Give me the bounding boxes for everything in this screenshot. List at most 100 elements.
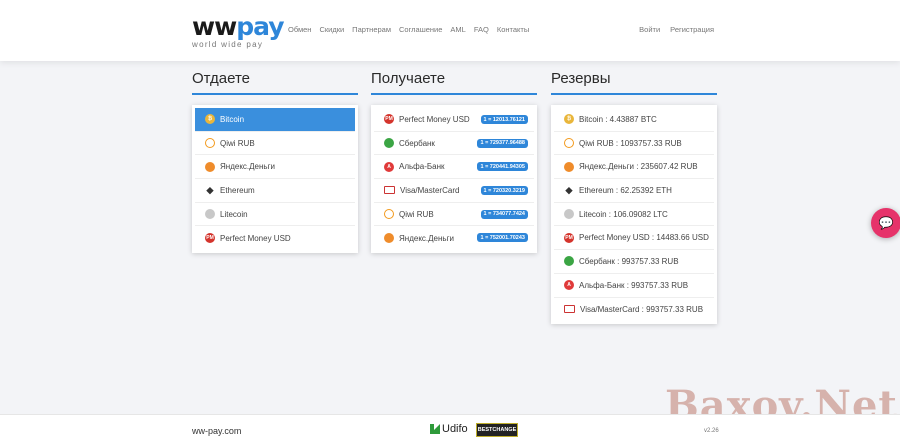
reserve-item-label: Сбербанк : 993757.33 RUB	[579, 256, 679, 266]
give-item-ethereum[interactable]: ◆ Ethereum	[195, 179, 355, 203]
reserve-item-alfa-bank: A Альфа-Банк : 993757.33 RUB	[554, 274, 714, 298]
litecoin-icon	[205, 209, 215, 220]
reserve-item-perfect-money: PM Perfect Money USD : 14483.66 USD	[554, 226, 714, 251]
ethereum-icon: ◆	[565, 184, 573, 195]
qiwi-icon	[564, 138, 574, 149]
get-title: Получаете	[371, 70, 537, 95]
rate-badge: 1 = 734077.7424	[480, 209, 528, 219]
reserve-item-litecoin: Litecoin : 106.09082 LTC	[554, 203, 714, 227]
get-list: PM Perfect Money USD 1 = 12013.76121 Сберб…	[371, 105, 537, 254]
nav-contacts[interactable]: Контакты	[497, 25, 529, 34]
chat-button[interactable]: 💬	[871, 208, 900, 238]
give-item-perfect-money[interactable]: PM Perfect Money USD	[195, 226, 355, 250]
give-item-label: Bitcoin	[220, 114, 245, 124]
auth-links: Войти Регистрация	[639, 25, 714, 34]
rate-badge: 1 = 720441.94305	[477, 162, 528, 172]
give-item-label: Яндекс.Деньги	[220, 162, 275, 172]
udifo-label: Udifo	[442, 423, 468, 435]
give-item-litecoin[interactable]: Litecoin	[195, 203, 355, 227]
reserve-item-sberbank: Сбербанк : 993757.33 RUB	[554, 250, 714, 274]
reserves-column: Резервы ₿ Bitcoin : 4.43887 BTC Qiwi RUB …	[551, 70, 717, 325]
footer-site: ww-pay.com	[192, 426, 242, 436]
footer: ww-pay.com Udifo BESTCHANGE v2.26	[0, 414, 900, 445]
get-item-label: Яндекс.Деньги	[399, 233, 454, 243]
get-item-sberbank[interactable]: Сбербанк 1 = 729377.96488	[374, 132, 534, 156]
give-column: Отдаете ₿ Bitcoin Qiwi RUB Яндекс.Деньги …	[192, 70, 358, 254]
get-item-perfect-money[interactable]: PM Perfect Money USD 1 = 12013.76121	[374, 108, 534, 132]
chat-bubble-icon: 💬	[878, 216, 894, 230]
logo-pay: pay	[236, 12, 284, 41]
visa-icon	[384, 186, 395, 195]
reserve-item-visa: Visa/MasterCard : 993757.33 RUB	[554, 298, 714, 322]
get-item-label: Qiwi RUB	[399, 209, 434, 219]
give-item-bitcoin[interactable]: ₿ Bitcoin	[195, 108, 355, 132]
nav-partners[interactable]: Партнерам	[352, 25, 391, 34]
rate-badge: 1 = 752001.70243	[477, 233, 528, 243]
udifo-badge[interactable]: Udifo	[430, 423, 468, 435]
register-link[interactable]: Регистрация	[670, 25, 714, 34]
perfect-money-icon: PM	[205, 233, 215, 244]
ethereum-icon: ◆	[206, 184, 214, 195]
perfect-money-icon: PM	[384, 114, 394, 125]
reserve-item-label: Perfect Money USD : 14483.66 USD	[579, 233, 709, 243]
get-item-label: Сбербанк	[399, 138, 435, 148]
rate-badge: 1 = 12013.76121	[480, 115, 528, 124]
perfect-money-icon: PM	[564, 232, 574, 243]
litecoin-icon	[564, 209, 574, 220]
give-item-label: Litecoin	[220, 209, 248, 219]
reserve-item-ethereum: ◆ Ethereum : 62.25392 ETH	[554, 179, 714, 203]
login-link[interactable]: Войти	[639, 25, 660, 34]
give-item-qiwi[interactable]: Qiwi RUB	[195, 132, 355, 156]
reserve-item-label: Bitcoin : 4.43887 BTC	[579, 114, 657, 124]
reserves-title: Резервы	[551, 70, 717, 95]
reserve-item-qiwi: Qiwi RUB : 1093757.33 RUB	[554, 132, 714, 156]
give-item-label: Perfect Money USD	[220, 233, 291, 243]
get-column: Получаете PM Perfect Money USD 1 = 12013.7…	[371, 70, 537, 254]
nav-faq[interactable]: FAQ	[474, 25, 489, 34]
give-item-label: Ethereum	[220, 185, 255, 195]
nav-agreement[interactable]: Соглашение	[399, 25, 442, 34]
reserve-item-label: Яндекс.Деньги : 235607.42 RUB	[579, 162, 698, 172]
rate-badge: 1 = 720320.3219	[480, 186, 528, 196]
reserve-item-label: Ethereum : 62.25392 ETH	[579, 185, 672, 195]
logo-tagline: world wide pay	[192, 40, 264, 49]
give-title: Отдаете	[192, 70, 358, 95]
reserve-item-label: Альфа-Банк : 993757.33 RUB	[579, 280, 689, 290]
give-item-label: Qiwi RUB	[220, 138, 255, 148]
nav-discounts[interactable]: Скидки	[319, 25, 344, 34]
nav-aml[interactable]: AML	[450, 25, 465, 34]
get-item-qiwi[interactable]: Qiwi RUB 1 = 734077.7424	[374, 203, 534, 227]
get-item-label: Visa/MasterCard	[400, 185, 460, 195]
give-list: ₿ Bitcoin Qiwi RUB Яндекс.Деньги ◆ Ethereu…	[192, 105, 358, 254]
logo[interactable]: wwpay world wide pay	[192, 12, 285, 50]
qiwi-icon	[384, 209, 394, 220]
version-label: v2.26	[704, 428, 719, 434]
qiwi-icon	[205, 138, 215, 149]
yandex-money-icon	[564, 161, 574, 172]
bestchange-badge[interactable]: BESTCHANGE	[476, 423, 518, 437]
reserve-item-yandex: Яндекс.Деньги : 235607.42 RUB	[554, 155, 714, 180]
reserves-list: ₿ Bitcoin : 4.43887 BTC Qiwi RUB : 109375…	[551, 105, 717, 325]
get-item-alfa-bank[interactable]: A Альфа-Банк 1 = 720441.94305	[374, 155, 534, 180]
sberbank-icon	[384, 138, 394, 149]
bitcoin-icon: ₿	[205, 114, 215, 125]
reserve-item-label: Litecoin : 106.09082 LTC	[579, 209, 668, 219]
get-item-yandex[interactable]: Яндекс.Деньги 1 = 752001.70243	[374, 226, 534, 250]
alfa-bank-icon: A	[564, 280, 574, 291]
give-item-yandex[interactable]: Яндекс.Деньги	[195, 155, 355, 180]
get-item-label: Альфа-Банк	[399, 162, 445, 172]
reserve-item-label: Qiwi RUB : 1093757.33 RUB	[579, 138, 682, 148]
nav-exchange[interactable]: Обмен	[288, 25, 311, 34]
get-item-visa[interactable]: Visa/MasterCard 1 = 720320.3219	[374, 179, 534, 203]
logo-ww: ww	[192, 12, 237, 41]
header: wwpay world wide pay Обмен Скидки Партне…	[0, 0, 900, 61]
main-nav: Обмен Скидки Партнерам Соглашение AML FA…	[288, 25, 529, 34]
alfa-bank-icon: A	[384, 161, 394, 172]
reserve-item-label: Visa/MasterCard : 993757.33 RUB	[580, 304, 704, 314]
yandex-money-icon	[205, 161, 215, 172]
yandex-money-icon	[384, 233, 394, 244]
bitcoin-icon: ₿	[564, 114, 574, 125]
udifo-logo-icon	[430, 424, 440, 434]
get-item-label: Perfect Money USD	[399, 114, 470, 124]
reserve-item-bitcoin: ₿ Bitcoin : 4.43887 BTC	[554, 108, 714, 132]
